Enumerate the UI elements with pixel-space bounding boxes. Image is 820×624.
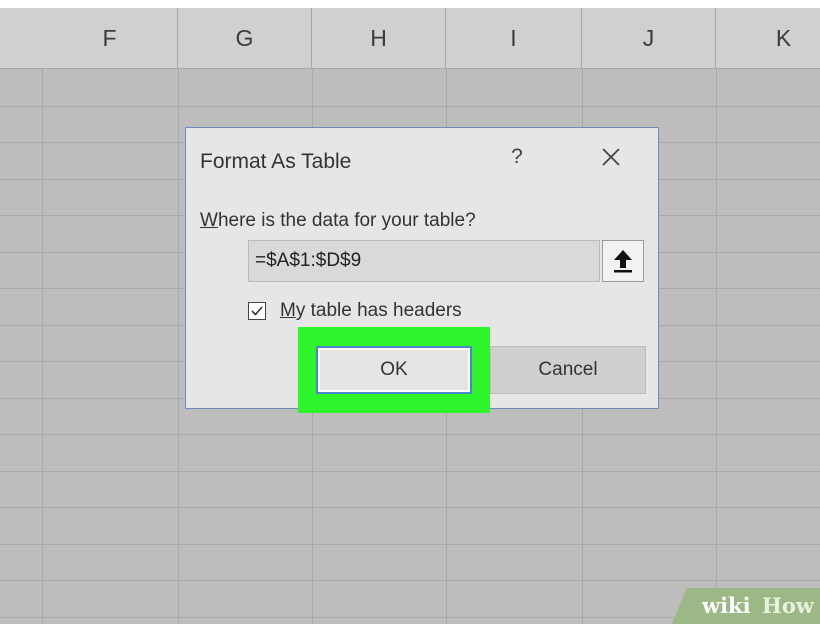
up-arrow-icon — [614, 250, 632, 273]
grid-line — [0, 106, 820, 107]
grid-line — [0, 580, 820, 581]
headers-label-text: y table has headers — [295, 300, 462, 321]
watermark-how-text: How — [762, 593, 814, 618]
column-header-j[interactable]: J — [582, 8, 716, 68]
ok-button[interactable]: OK — [316, 346, 472, 394]
dialog-title: Format As Table — [200, 150, 352, 173]
watermark-wiki-text: wiki — [702, 593, 751, 618]
checkmark-icon — [251, 306, 263, 316]
headers-checkbox[interactable] — [248, 302, 266, 320]
column-header-f[interactable]: F — [42, 8, 178, 68]
range-prompt-text: here is the data for your table? — [217, 210, 476, 231]
headers-checkbox-label[interactable]: My table has headers — [280, 300, 462, 322]
help-button[interactable]: ? — [504, 142, 530, 172]
table-range-input[interactable] — [248, 240, 600, 282]
column-header-k[interactable]: K — [716, 8, 820, 68]
grid-line — [0, 471, 820, 472]
grid-line — [178, 68, 179, 624]
range-prompt-label: Where is the data for your table? — [200, 210, 476, 232]
grid-line — [0, 507, 820, 508]
grid-line — [42, 68, 43, 624]
close-button[interactable] — [598, 144, 624, 170]
column-header-i[interactable]: I — [446, 8, 582, 68]
grid-line — [0, 544, 820, 545]
range-prompt-accelerator: W — [200, 210, 218, 231]
headers-label-accelerator: M — [280, 300, 296, 321]
column-header-row: F G H I J K — [0, 8, 820, 69]
close-icon — [602, 148, 620, 166]
collapse-dialog-button[interactable] — [602, 240, 644, 282]
column-header-g[interactable]: G — [178, 8, 312, 68]
column-header-h[interactable]: H — [312, 8, 446, 68]
grid-line — [716, 68, 717, 624]
wikihow-watermark: wiki How — [672, 588, 820, 624]
cancel-button[interactable]: Cancel — [490, 346, 646, 394]
grid-line — [0, 434, 820, 435]
